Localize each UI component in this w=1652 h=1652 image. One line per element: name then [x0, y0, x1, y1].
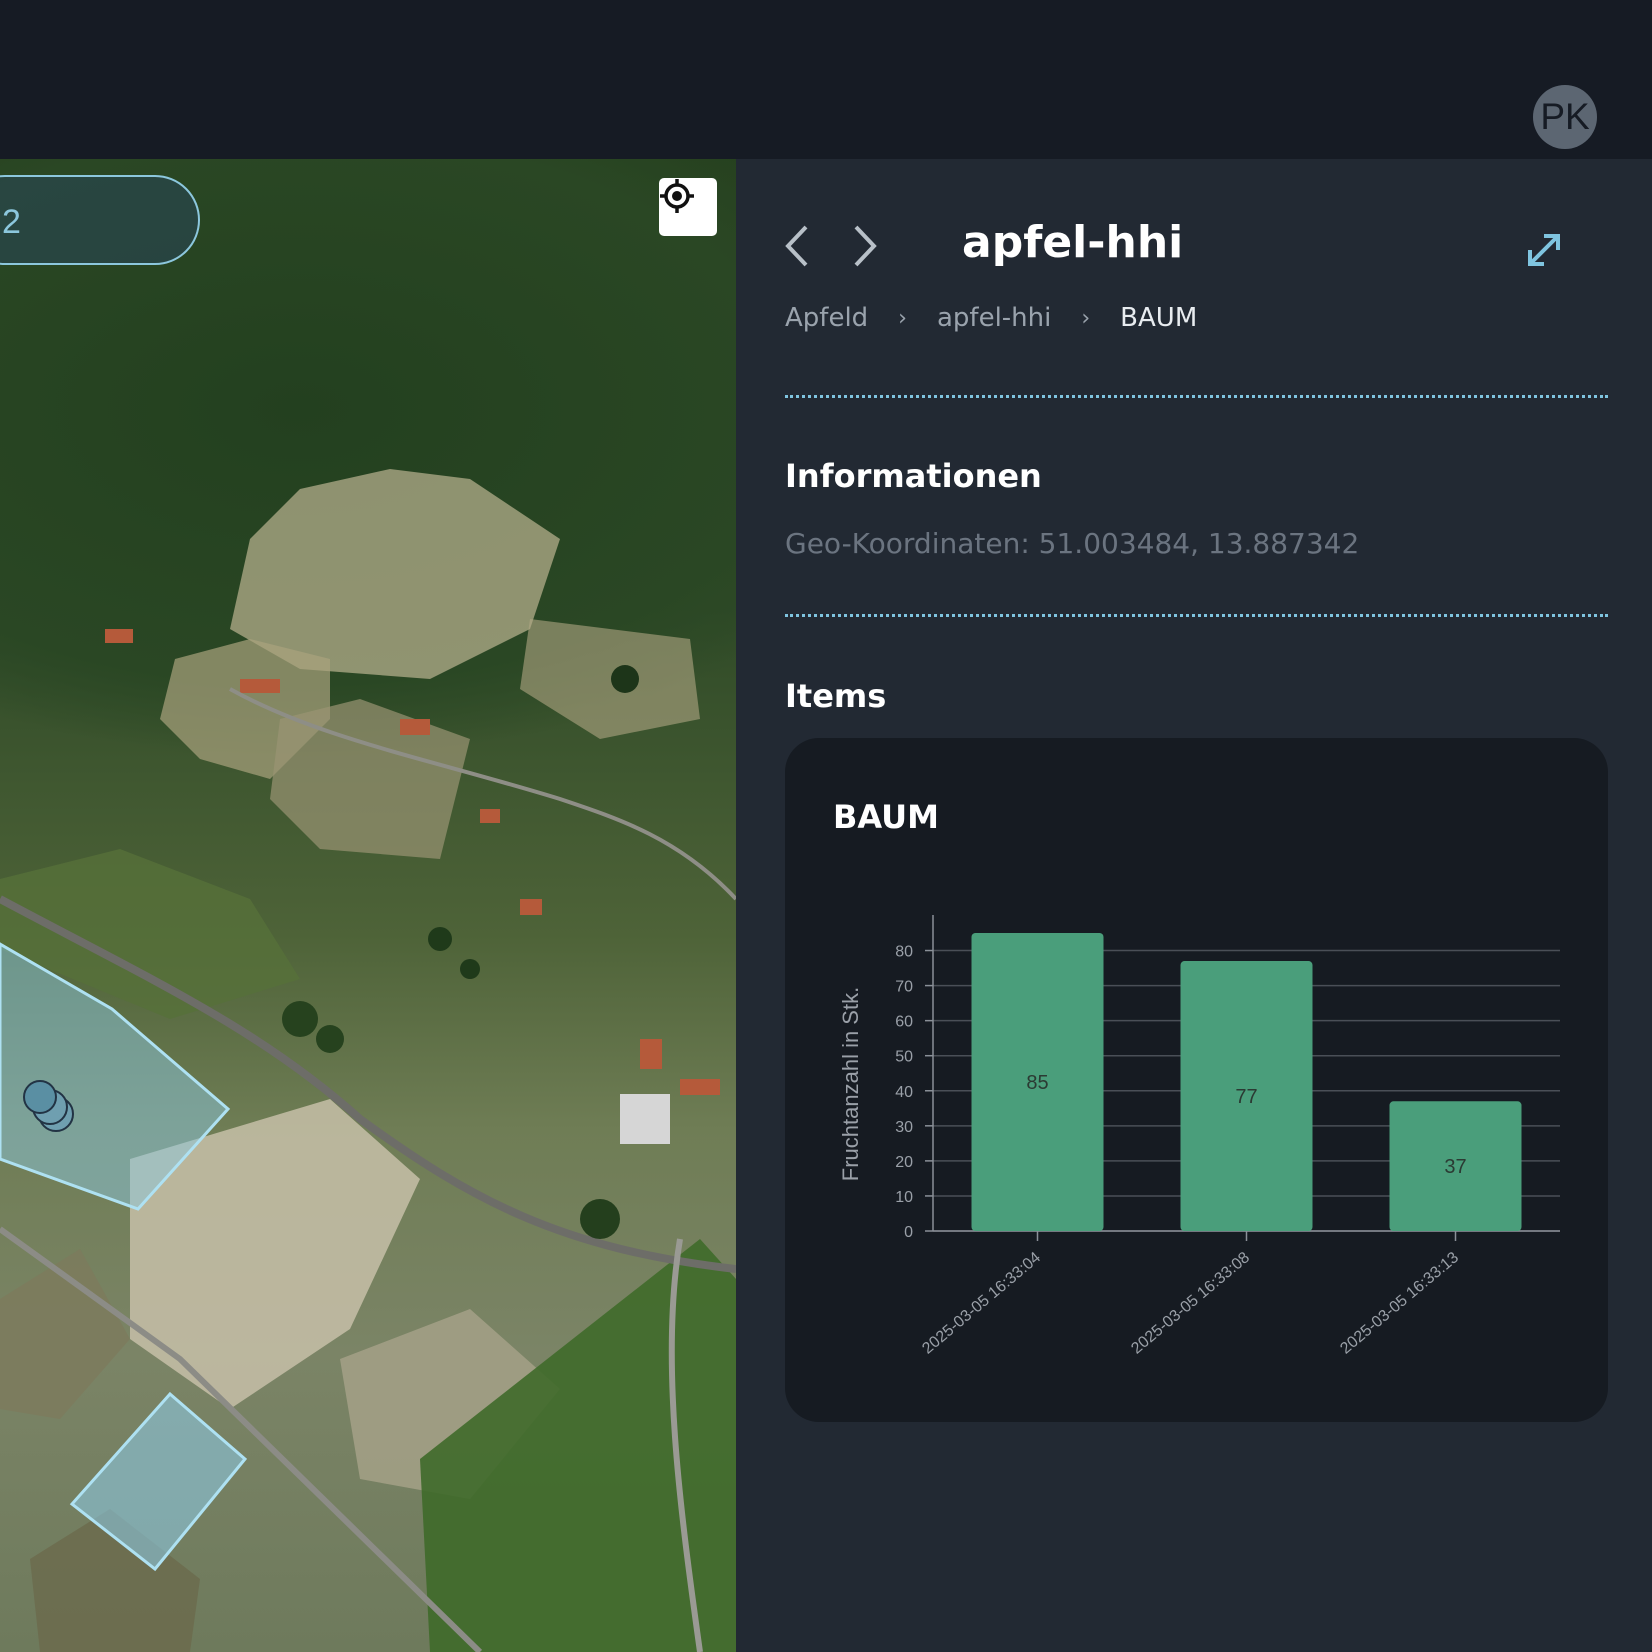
- y-tick-label: 60: [895, 1014, 913, 1031]
- y-tick-label: 30: [895, 1119, 913, 1136]
- detail-panel: apfel-hhi Apfeld › apfel-hhi › BAUM Info…: [736, 159, 1652, 1652]
- y-tick-label: 50: [895, 1049, 913, 1066]
- breadcrumb-current: BAUM: [1120, 303, 1198, 333]
- geo-coordinates: Geo-Koordinaten: 51.003484, 13.887342: [785, 527, 1360, 560]
- y-tick-label: 0: [904, 1224, 913, 1241]
- user-avatar[interactable]: PK: [1533, 85, 1597, 149]
- previous-button[interactable]: [776, 221, 816, 271]
- breadcrumb: Apfeld › apfel-hhi › BAUM: [785, 303, 1197, 333]
- page-title: apfel-hhi: [962, 217, 1184, 268]
- expand-icon[interactable]: [1526, 232, 1562, 268]
- next-button[interactable]: [846, 221, 886, 271]
- satellite-map[interactable]: 2: [0, 159, 736, 1652]
- top-bar: PK: [0, 0, 1652, 159]
- y-tick-label: 70: [895, 979, 913, 996]
- x-tick-label: 2025-03-05 16:33:08: [1128, 1249, 1253, 1358]
- bar-data-label: 77: [1235, 1086, 1257, 1108]
- layer-select[interactable]: 2: [0, 175, 200, 265]
- divider: [785, 395, 1608, 398]
- bar-data-label: 85: [1026, 1072, 1048, 1094]
- bar-data-label: 37: [1444, 1156, 1466, 1178]
- locate-icon: [660, 179, 694, 213]
- y-tick-label: 20: [895, 1154, 913, 1171]
- chart-card: BAUM 0 10 20 30 40 50 60 70 80 Fruchtanzahl in St…: [785, 738, 1608, 1422]
- x-tick-label: 2025-03-05 16:33:13: [1337, 1249, 1462, 1358]
- breadcrumb-item[interactable]: Apfeld: [785, 303, 868, 333]
- layer-select-value: 2: [2, 203, 21, 241]
- y-tick-label: 10: [895, 1189, 913, 1206]
- x-tick-label: 2025-03-05 16:33:04: [919, 1249, 1044, 1358]
- locate-button[interactable]: [659, 178, 717, 236]
- y-tick-label: 80: [895, 944, 913, 961]
- breadcrumb-item[interactable]: apfel-hhi: [937, 303, 1051, 333]
- map-features: [0, 469, 736, 1652]
- items-heading: Items: [785, 677, 887, 715]
- y-tick-label: 40: [895, 1084, 913, 1101]
- chevron-right-icon: ›: [898, 305, 907, 331]
- bar-chart: 0 10 20 30 40 50 60 70 80 Fruchtanzahl in Stk. 85 2…: [838, 915, 1560, 1358]
- info-heading: Informationen: [785, 457, 1042, 495]
- divider: [785, 614, 1608, 617]
- y-axis-label: Fruchtanzahl in Stk.: [838, 987, 863, 1181]
- chevron-right-icon: ›: [1081, 305, 1091, 331]
